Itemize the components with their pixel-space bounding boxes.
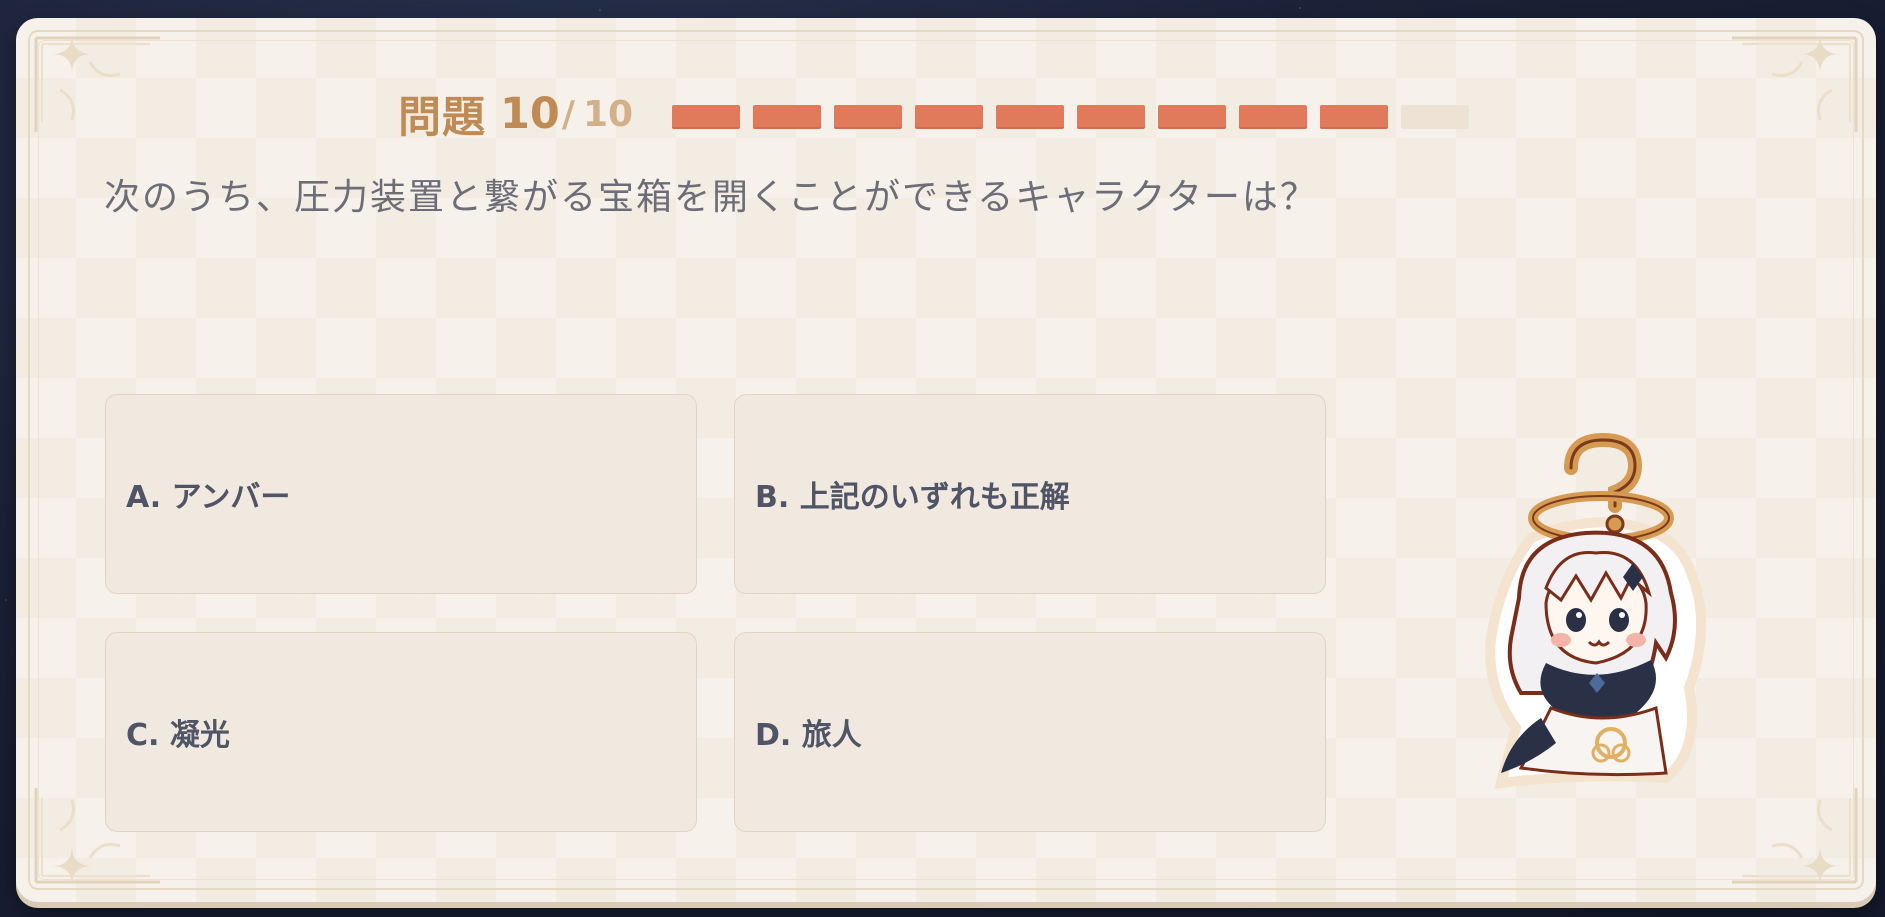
progress-segment-filled	[915, 105, 983, 129]
corner-ornament-icon	[34, 34, 160, 132]
paimon-mascot-icon	[1485, 432, 1707, 789]
question-text: 次のうち、圧力装置と繋がる宝箱を開くことができるキャラクターは？	[104, 177, 1318, 218]
question-counter: 問題 10 / 10	[398, 84, 633, 144]
current-question-number: 10	[500, 89, 560, 139]
corner-ornament-icon	[1732, 788, 1858, 886]
answer-option-label: B. 上記のいずれも正解	[755, 480, 1070, 515]
progress-segment-filled	[834, 105, 902, 129]
progress-segment-filled	[1320, 105, 1388, 129]
progress-segment-filled	[1077, 105, 1145, 129]
answer-option-label: A. アンバー	[126, 480, 291, 515]
question-label: 問題	[398, 93, 486, 143]
progress-segment-filled	[672, 105, 740, 129]
answer-option-label: C. 凝光	[126, 718, 230, 753]
answer-option-label: D. 旅人	[755, 718, 862, 753]
progress-segment-filled	[1158, 105, 1226, 129]
corner-ornament-icon	[1732, 34, 1858, 132]
answer-option-a[interactable]: A. アンバー	[105, 394, 697, 594]
total-question-count: 10	[583, 93, 634, 135]
counter-separator: /	[561, 93, 575, 135]
progress-segment-filled	[753, 105, 821, 129]
answer-option-d[interactable]: D. 旅人	[734, 632, 1326, 832]
progress-segment-filled	[996, 105, 1064, 129]
answer-option-b[interactable]: B. 上記のいずれも正解	[734, 394, 1326, 594]
progress-segment-empty	[1401, 105, 1469, 129]
progress-segment-filled	[1239, 105, 1307, 129]
progress-bar	[672, 105, 1469, 129]
answer-option-c[interactable]: C. 凝光	[105, 632, 697, 832]
quiz-card: 問題 10 / 10 次のうち、圧力装置と繋がる宝箱を開くことができるキャラクタ…	[16, 18, 1876, 902]
